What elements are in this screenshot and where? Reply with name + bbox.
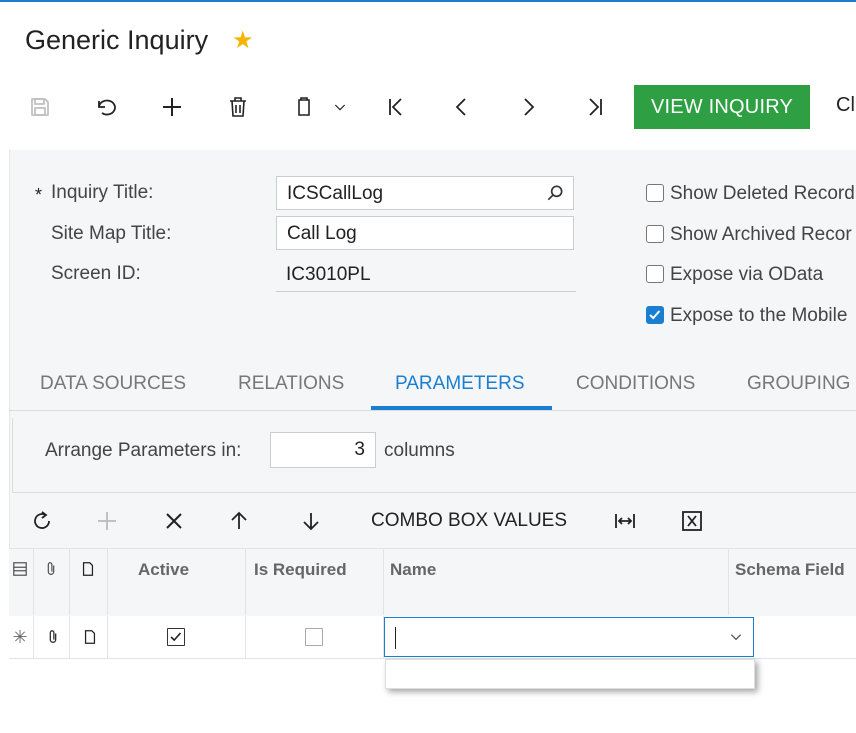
view-inquiry-button[interactable]: VIEW INQUIRY <box>634 85 810 129</box>
add-row-icon[interactable] <box>93 505 121 537</box>
last-record-icon[interactable] <box>575 88 615 126</box>
undo-icon[interactable] <box>86 88 126 126</box>
chevron-down-icon[interactable] <box>727 628 745 646</box>
site-map-title-input[interactable]: Call Log <box>276 216 574 250</box>
columns-unit-label: columns <box>384 440 455 461</box>
previous-icon[interactable] <box>442 88 482 126</box>
top-accent-bar <box>0 0 856 2</box>
save-icon[interactable] <box>20 88 60 126</box>
show-archived-checkbox[interactable] <box>646 225 664 243</box>
site-map-title-label: Site Map Title: <box>51 223 172 244</box>
tab-relations[interactable]: RELATIONS <box>238 373 344 395</box>
grid-col-selector <box>9 548 34 615</box>
name-dropdown-list[interactable] <box>385 659 755 689</box>
tab-divider <box>9 410 856 411</box>
export-excel-icon[interactable] <box>678 505 706 537</box>
row-note-icon[interactable] <box>81 628 99 646</box>
header-schema-field[interactable]: Schema Field <box>735 560 845 580</box>
toolbar-next-button[interactable]: Cl <box>836 94 855 117</box>
columns-count-input[interactable]: 3 <box>270 432 376 468</box>
inquiry-title-input[interactable]: ICSCallLog <box>276 176 574 210</box>
document-icon <box>79 560 97 578</box>
grid-col-is-required <box>246 548 384 615</box>
chevron-down-icon[interactable] <box>322 88 358 126</box>
grid-col-notes <box>70 548 108 615</box>
check-icon <box>170 632 182 642</box>
next-icon[interactable] <box>508 88 548 126</box>
row-paperclip-icon[interactable] <box>44 628 62 646</box>
row-selector-icon[interactable] <box>11 560 29 578</box>
screen-id-label: Screen ID: <box>51 263 141 284</box>
grid-col-active <box>108 548 246 615</box>
expose-mobile-checkbox[interactable] <box>646 306 664 324</box>
row-active-checkbox[interactable] <box>167 628 185 646</box>
tab-data-sources[interactable]: DATA SOURCES <box>40 373 186 395</box>
delete-row-icon[interactable] <box>160 505 188 537</box>
show-deleted-checkbox[interactable] <box>646 184 664 202</box>
star-icon[interactable]: ★ <box>232 26 254 55</box>
paperclip-icon <box>42 560 60 578</box>
search-icon[interactable] <box>545 183 565 203</box>
check-icon <box>649 310 661 320</box>
inquiry-title-value: ICSCallLog <box>287 183 384 204</box>
fit-columns-icon[interactable] <box>611 505 639 537</box>
screen-id-value: IC3010PL <box>276 262 576 292</box>
tab-parameters[interactable]: PARAMETERS <box>395 373 525 395</box>
combo-box-values-button[interactable]: COMBO BOX VALUES <box>371 510 567 532</box>
header-active[interactable]: Active <box>138 560 189 580</box>
show-archived-label: Show Archived Recor <box>670 224 852 245</box>
tab-conditions[interactable]: CONDITIONS <box>576 373 695 395</box>
expose-mobile-label: Expose to the Mobile <box>670 305 848 326</box>
clipboard-icon[interactable] <box>284 88 324 126</box>
arrange-label: Arrange Parameters in: <box>45 440 242 461</box>
new-row-asterisk-icon: ✳ <box>12 626 28 647</box>
expose-odata-label: Expose via OData <box>670 264 824 285</box>
move-down-icon[interactable] <box>297 505 325 537</box>
trash-icon[interactable] <box>218 88 258 126</box>
required-marker: * <box>35 185 43 205</box>
grid-col-name <box>384 548 729 615</box>
refresh-icon[interactable] <box>28 505 56 537</box>
header-name[interactable]: Name <box>390 560 436 580</box>
grid-col-attachment <box>34 548 70 615</box>
expose-odata-checkbox[interactable] <box>646 265 664 283</box>
page-title: Generic Inquiry <box>25 25 209 55</box>
move-up-icon[interactable] <box>225 505 253 537</box>
inquiry-title-label: Inquiry Title: <box>51 182 154 203</box>
first-record-icon[interactable] <box>376 88 416 126</box>
name-select[interactable] <box>384 617 754 657</box>
header-is-required[interactable]: Is Required <box>254 560 347 580</box>
active-tab-indicator <box>371 406 552 410</box>
show-deleted-label: Show Deleted Record <box>670 183 855 204</box>
plus-icon[interactable] <box>152 88 192 126</box>
text-cursor <box>395 627 396 649</box>
tab-grouping[interactable]: GROUPING <box>747 373 850 395</box>
row-is-required-checkbox[interactable] <box>305 628 323 646</box>
